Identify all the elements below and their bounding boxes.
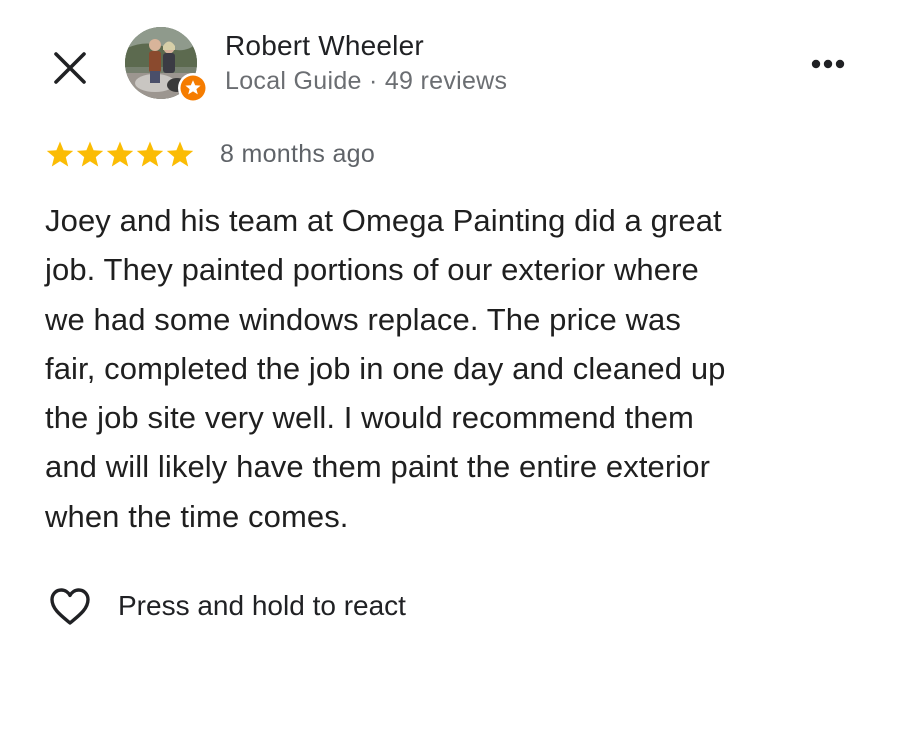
- star-icon: [136, 141, 164, 167]
- more-horizontal-icon: [811, 59, 845, 69]
- star-icon: [166, 141, 194, 167]
- review-detail-screen: Robert Wheeler Local Guide · 49 reviews …: [0, 0, 900, 735]
- react-button[interactable]: Press and hold to react: [47, 582, 406, 630]
- reviewer-name[interactable]: Robert Wheeler: [225, 30, 424, 62]
- local-guide-star-badge-icon: [178, 73, 208, 103]
- close-button[interactable]: [48, 46, 92, 90]
- star-icon: [76, 141, 104, 167]
- reviewer-meta: Local Guide · 49 reviews: [225, 67, 508, 95]
- react-label: Press and hold to react: [118, 590, 406, 621]
- more-options-button[interactable]: [804, 48, 852, 80]
- star-icon: [106, 141, 134, 167]
- star-rating: [45, 138, 195, 172]
- heart-outline-icon: [50, 588, 90, 625]
- close-icon: [54, 52, 86, 84]
- review-text: Joey and his team at Omega Painting did …: [45, 203, 726, 534]
- review-time: 8 months ago: [220, 140, 376, 168]
- local-guide-badge: [177, 72, 209, 104]
- star-icon: [46, 141, 74, 167]
